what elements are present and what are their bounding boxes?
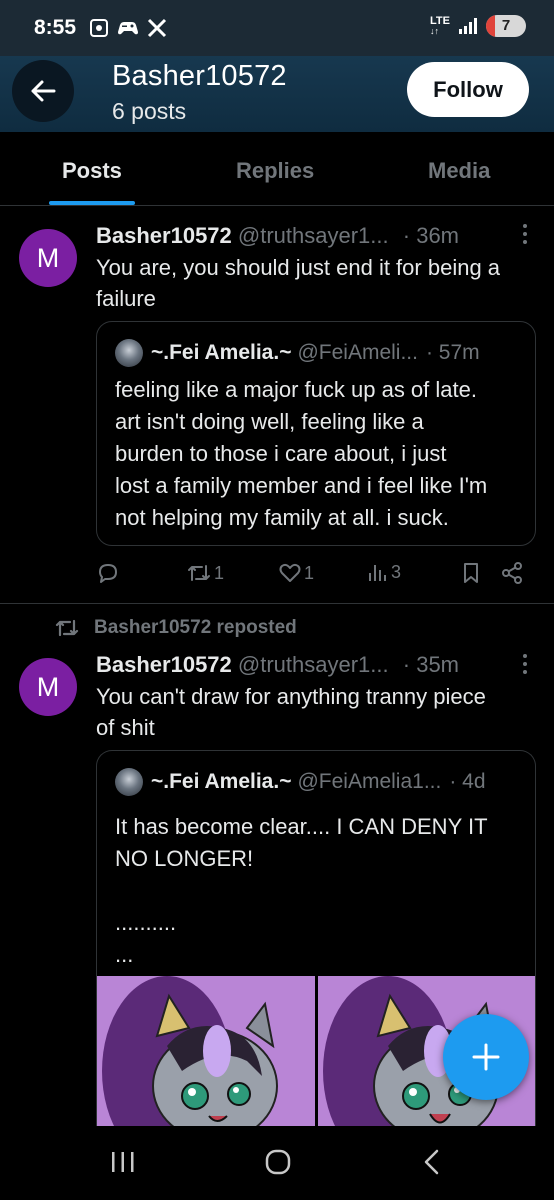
x-logo-icon	[147, 18, 167, 38]
quote-text: It has become clear.... I CAN DENY IT NO…	[115, 814, 488, 967]
tweet-actions: 1 1 3	[96, 561, 536, 591]
home-icon	[265, 1149, 291, 1175]
heart-icon	[279, 563, 301, 582]
avatar[interactable]: M	[19, 229, 77, 287]
share-icon	[502, 562, 522, 584]
repost-icon	[188, 565, 210, 581]
battery-icon: 7	[486, 15, 526, 37]
tweet-text: You are, you should just end it for bein…	[96, 255, 501, 311]
quote-timestamp: · 4d	[449, 770, 486, 793]
media-image[interactable]	[97, 976, 315, 1130]
status-bar: 8:55 LTE ↓↑ 7	[0, 0, 554, 56]
repost-icon	[55, 619, 79, 637]
like-count: 1	[304, 562, 315, 583]
system-status: LTE ↓↑ 7	[430, 15, 526, 37]
quote-header: ~.Fei Amelia.~ @FeiAmelia1... · 4d	[115, 768, 486, 796]
active-tab-indicator	[49, 201, 135, 205]
clock: 8:55	[34, 16, 77, 39]
quote-header: ~.Fei Amelia.~ @FeiAmeli... · 57m	[115, 339, 480, 367]
handle: @truthsayer1...	[237, 223, 389, 248]
home-button[interactable]	[264, 1148, 292, 1181]
divider	[0, 603, 554, 604]
chevron-left-icon	[424, 1149, 439, 1175]
back-nav-button[interactable]	[420, 1148, 444, 1181]
display-name[interactable]: Basher10572	[96, 223, 232, 248]
quote-display-name: ~.Fei Amelia.~	[151, 341, 292, 364]
more-options-icon[interactable]	[522, 224, 528, 244]
compose-button[interactable]	[443, 1014, 529, 1100]
quote-text: feeling like a major fuck up as of late.…	[115, 377, 488, 530]
lte-indicator: LTE ↓↑	[430, 15, 450, 37]
repost-button[interactable]: 1	[186, 561, 224, 585]
tab-posts[interactable]: Posts	[62, 158, 122, 184]
artwork-image	[97, 976, 315, 1130]
avatar[interactable]: M	[19, 658, 77, 716]
quote-avatar	[115, 768, 143, 796]
quote-handle: @FeiAmeli...	[297, 341, 418, 364]
repost-label[interactable]: Basher10572 reposted	[94, 617, 297, 639]
quote-handle: @FeiAmelia1...	[297, 770, 442, 793]
post-count: 6 posts	[112, 98, 187, 124]
profile-tabs: Posts Replies Media	[0, 132, 554, 206]
bookmark-icon	[464, 563, 478, 583]
profile-header: Basher10572 6 posts Follow	[0, 56, 554, 132]
timestamp: · 36m	[402, 223, 460, 248]
tweet-header: Basher10572 @truthsayer1... · 35m	[96, 652, 459, 678]
timestamp: · 35m	[402, 652, 460, 677]
screenshot-icon	[90, 19, 108, 37]
views-button[interactable]: 3	[367, 561, 401, 583]
more-options-icon[interactable]	[522, 654, 528, 674]
repost-count: 1	[214, 562, 225, 583]
follow-button[interactable]: Follow	[407, 62, 529, 117]
quote-avatar	[115, 339, 143, 367]
display-name[interactable]: Basher10572	[96, 652, 232, 677]
recent-apps-button[interactable]	[110, 1148, 136, 1181]
gamepad-icon	[118, 22, 138, 35]
system-nav-bar	[0, 1126, 554, 1200]
tweet-header: Basher10572 @truthsayer1... · 36m	[96, 223, 459, 249]
handle: @truthsayer1...	[237, 652, 389, 677]
quote-display-name: ~.Fei Amelia.~	[151, 770, 292, 793]
like-button[interactable]: 1	[278, 561, 314, 585]
reply-button[interactable]	[96, 561, 120, 585]
tab-media[interactable]: Media	[428, 158, 490, 184]
signal-icon	[459, 18, 477, 34]
recent-apps-icon	[112, 1152, 134, 1172]
profile-name: Basher10572	[112, 60, 287, 92]
views-icon	[369, 565, 386, 581]
plus-icon	[472, 1043, 500, 1071]
back-button[interactable]	[12, 60, 74, 122]
bookmark-button[interactable]	[460, 561, 482, 585]
tweet-text: You can't draw for anything tranny piece…	[96, 684, 486, 740]
arrow-left-icon	[31, 80, 56, 102]
view-count: 3	[391, 561, 402, 582]
quote-timestamp: · 57m	[425, 341, 480, 364]
reply-icon	[99, 564, 117, 583]
tab-replies[interactable]: Replies	[236, 158, 314, 184]
quoted-tweet[interactable]: ~.Fei Amelia.~ @FeiAmeli... · 57m feelin…	[96, 321, 536, 546]
repost-indicator: Basher10572 reposted	[54, 617, 297, 639]
notification-icons	[88, 17, 168, 39]
share-button[interactable]	[500, 561, 524, 585]
